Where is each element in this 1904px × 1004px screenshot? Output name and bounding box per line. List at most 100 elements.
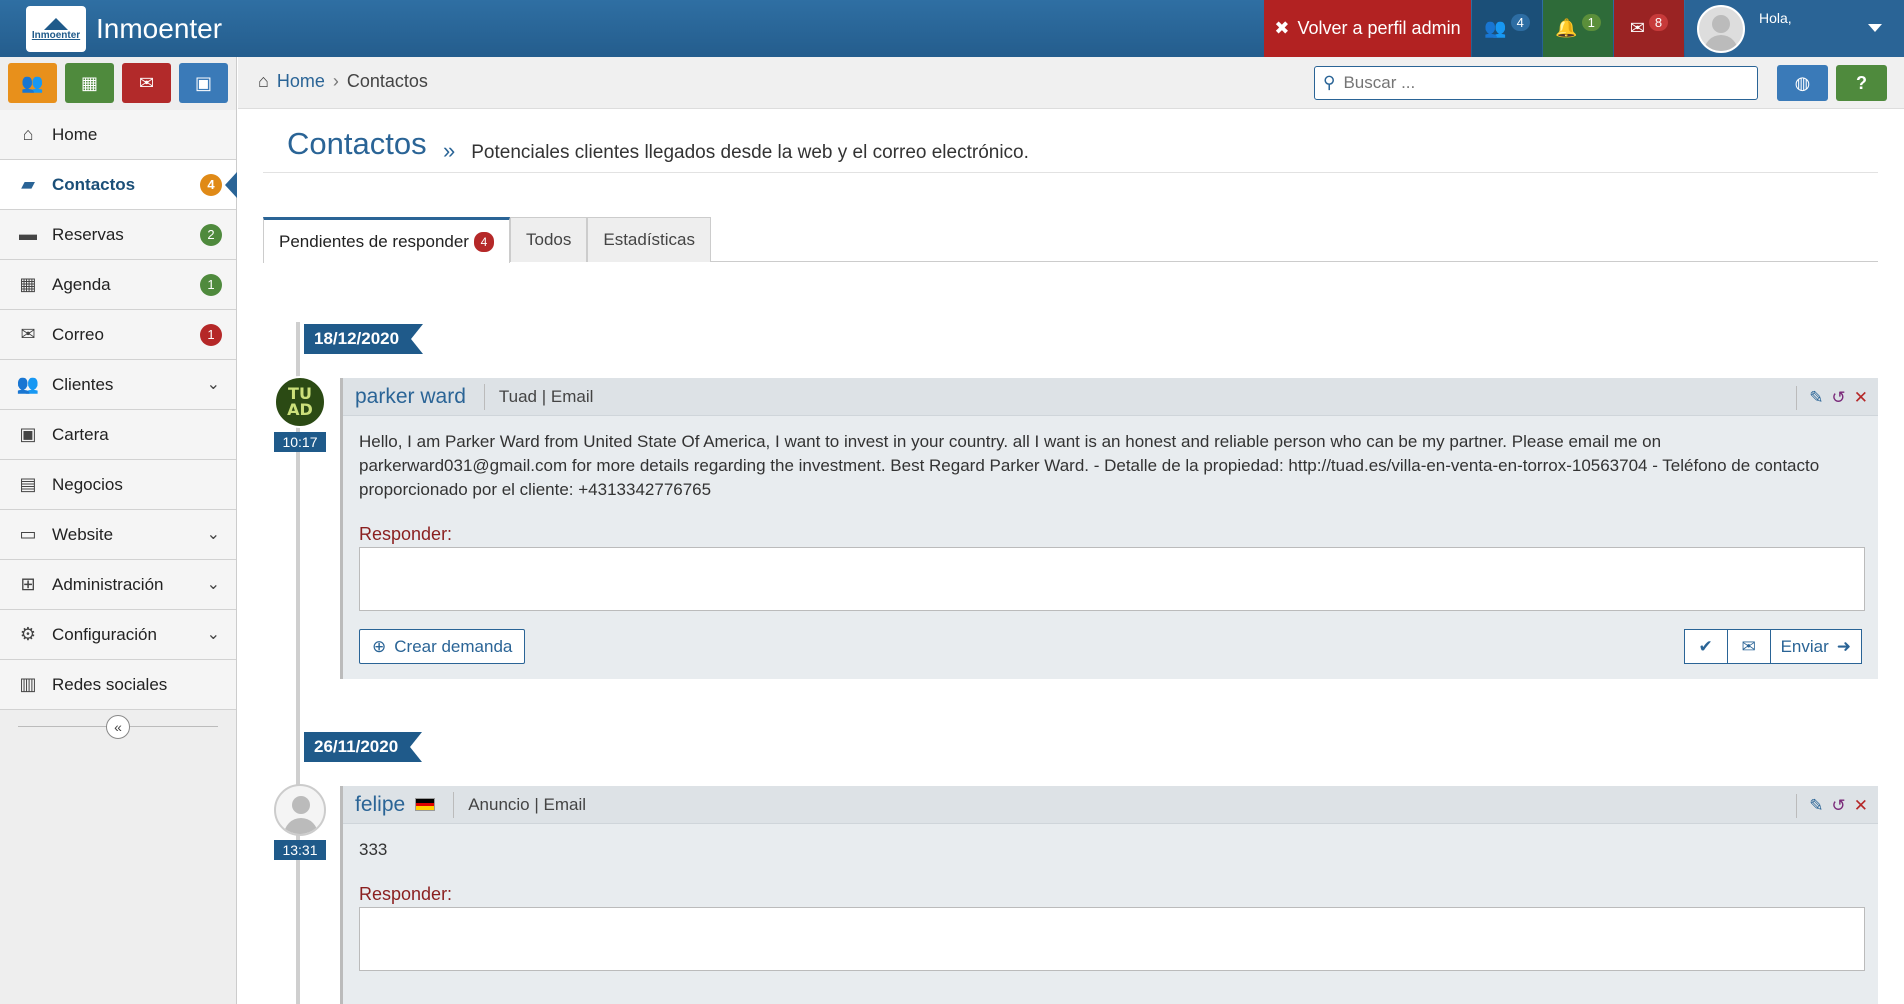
- envelope-icon: ✉: [138, 72, 155, 93]
- agenda-badge: 1: [200, 274, 222, 296]
- sidebar-item-redes-sociales[interactable]: ▥ Redes sociales: [0, 660, 236, 710]
- calendar-icon: ▦: [19, 274, 37, 294]
- money-icon: ▤: [19, 474, 37, 494]
- sidebar-item-website[interactable]: ▭ Website ⌄: [0, 510, 236, 560]
- send-button[interactable]: Enviar ➜: [1769, 629, 1862, 664]
- contact-avatar: [274, 784, 326, 836]
- germany-flag-icon: [415, 798, 436, 811]
- email-button[interactable]: ✉: [1726, 629, 1771, 664]
- sidebar-item-home[interactable]: ⌂ Home: [0, 110, 236, 160]
- reply-actions: ✔ ✉ Enviar ➜: [1683, 629, 1862, 664]
- history-icon[interactable]: ↺: [1832, 388, 1846, 408]
- chevron-down-icon: ⌄: [206, 576, 220, 593]
- sidebar-item-clientes[interactable]: 👥 Clientes ⌄: [0, 360, 236, 410]
- close-icon[interactable]: ✕: [1854, 388, 1868, 408]
- contact-time: 10:17: [274, 432, 326, 452]
- tab-todos[interactable]: Todos: [509, 217, 588, 262]
- chevron-down-icon: [1868, 24, 1882, 32]
- app-name: Inmoenter: [96, 13, 223, 44]
- bell-count-badge: 1: [1581, 14, 1601, 31]
- chevron-down-icon: ⌄: [206, 626, 220, 643]
- sidebar-item-agenda[interactable]: ▦ Agenda 1: [0, 260, 236, 310]
- avatar: [1697, 4, 1745, 53]
- check-icon: ✔: [1698, 636, 1713, 656]
- date-flag: 26/11/2020: [304, 732, 423, 762]
- back-to-admin-button[interactable]: ✖ Volver a perfil admin: [1264, 0, 1471, 57]
- bell-notification-button[interactable]: 🔔 1: [1543, 0, 1613, 57]
- history-icon[interactable]: ↺: [1832, 796, 1846, 816]
- users-notification-button[interactable]: 👥 4: [1472, 0, 1542, 57]
- envelope-icon: ✉: [1629, 18, 1645, 38]
- calendar-icon: ▦: [80, 72, 98, 93]
- bell-icon: 🔔: [1555, 18, 1578, 38]
- map-icon: ▥: [19, 674, 37, 694]
- users-icon: 👥: [21, 72, 44, 93]
- chevron-down-icon: ⌄: [206, 526, 220, 543]
- quick-users-button[interactable]: 👥: [8, 63, 57, 103]
- home-icon: ⌂: [22, 124, 34, 144]
- chat-icon: ▰: [21, 174, 35, 194]
- contact-card-footer: ⊕ Crear demanda ✔ ✉ Enviar ➜: [343, 611, 1878, 679]
- reply-label: Responder:: [359, 884, 453, 904]
- users-count-badge: 4: [1510, 14, 1530, 31]
- contact-card: felipe Anuncio | Email ✎ ↺ ✕ 333 Respond…: [340, 786, 1878, 1004]
- mail-notification-button[interactable]: ✉ 8: [1614, 0, 1684, 57]
- help-button[interactable]: ?: [1836, 65, 1887, 101]
- close-icon: ✖: [1274, 18, 1290, 38]
- brand[interactable]: Inmoenter Inmoenter: [26, 6, 222, 52]
- gears-icon: ⚙: [19, 624, 37, 644]
- quick-calendar-button[interactable]: ▦: [65, 63, 114, 103]
- sidebar-item-reservas[interactable]: ▬ Reservas 2: [0, 210, 236, 260]
- sidebar-item-cartera[interactable]: ▣ Cartera: [0, 410, 236, 460]
- reply-label: Responder:: [359, 524, 453, 544]
- tab-pendientes[interactable]: Pendientes de responder 4: [263, 217, 510, 263]
- tab-estadisticas[interactable]: Estadísticas: [587, 217, 712, 262]
- breadcrumb-current: Contactos: [346, 71, 428, 91]
- sidebar: 👥 ▦ ✉ ▣ ⌂ Home ▰ Contactos 4 ▬ Reservas …: [0, 57, 237, 1004]
- globe-button[interactable]: ◍: [1777, 65, 1828, 101]
- user-menu[interactable]: Hola,: [1685, 0, 1904, 57]
- contact-card: parker ward Tuad | Email ✎ ↺ ✕ Hello, I …: [340, 378, 1878, 679]
- page-subtitle: » Potenciales clientes llegados desde la …: [443, 138, 1029, 163]
- contact-name[interactable]: parker ward: [355, 385, 466, 409]
- sidebar-item-negocios[interactable]: ▤ Negocios: [0, 460, 236, 510]
- quick-actions: 👥 ▦ ✉ ▣: [0, 57, 236, 110]
- contact-source: Tuad | Email: [483, 383, 593, 410]
- search-plus-icon: ⊕: [372, 636, 387, 656]
- brand-logo: Inmoenter: [26, 6, 86, 52]
- sidebar-item-administracion[interactable]: ⊞ Administración ⌄: [0, 560, 236, 610]
- quick-mail-button[interactable]: ✉: [122, 63, 171, 103]
- top-bar: Inmoenter Inmoenter ✖ Volver a perfil ad…: [0, 0, 1904, 57]
- breadcrumb: ⌂ Home › Contactos: [258, 71, 428, 92]
- reply-textarea[interactable]: [359, 907, 1865, 971]
- contact-source: Anuncio | Email: [453, 791, 586, 818]
- page-header: Contactos » Potenciales clientes llegados…: [263, 110, 1878, 173]
- envelope-icon: ✉: [1741, 636, 1756, 656]
- sidebar-item-configuracion[interactable]: ⚙ Configuración ⌄: [0, 610, 236, 660]
- search-input[interactable]: [1343, 73, 1744, 93]
- collapse-sidebar-button[interactable]: «: [106, 715, 130, 739]
- users-icon: 👥: [1484, 18, 1507, 38]
- sidebar-collapse: «: [0, 710, 236, 744]
- breadcrumb-home-link[interactable]: Home: [277, 71, 325, 92]
- correo-badge: 1: [200, 324, 222, 346]
- pencil-icon[interactable]: ✎: [1809, 388, 1823, 408]
- pencil-icon[interactable]: ✎: [1809, 796, 1823, 816]
- sidebar-item-contactos[interactable]: ▰ Contactos 4: [0, 160, 237, 210]
- contact-actions: ✎ ↺ ✕: [1796, 794, 1868, 818]
- crear-demanda-button[interactable]: ⊕ Crear demanda: [359, 629, 526, 664]
- arrow-right-icon: ➜: [1836, 636, 1851, 656]
- envelope-icon: ✉: [20, 324, 36, 344]
- sidebar-item-correo[interactable]: ✉ Correo 1: [0, 310, 236, 360]
- quick-briefcase-button[interactable]: ▣: [179, 63, 228, 103]
- close-icon[interactable]: ✕: [1854, 796, 1868, 816]
- greeting: Hola,: [1759, 10, 1792, 26]
- globe-icon: ◍: [1794, 73, 1811, 93]
- contact-card-header: parker ward Tuad | Email ✎ ↺ ✕: [343, 378, 1878, 416]
- question-icon: ?: [1856, 73, 1867, 93]
- contact-name[interactable]: felipe: [355, 793, 405, 817]
- reply-textarea[interactable]: [359, 547, 1865, 611]
- contactos-badge: 4: [200, 174, 222, 196]
- mark-done-button[interactable]: ✔: [1683, 629, 1728, 664]
- contact-message: Hello, I am Parker Ward from United Stat…: [359, 432, 1820, 499]
